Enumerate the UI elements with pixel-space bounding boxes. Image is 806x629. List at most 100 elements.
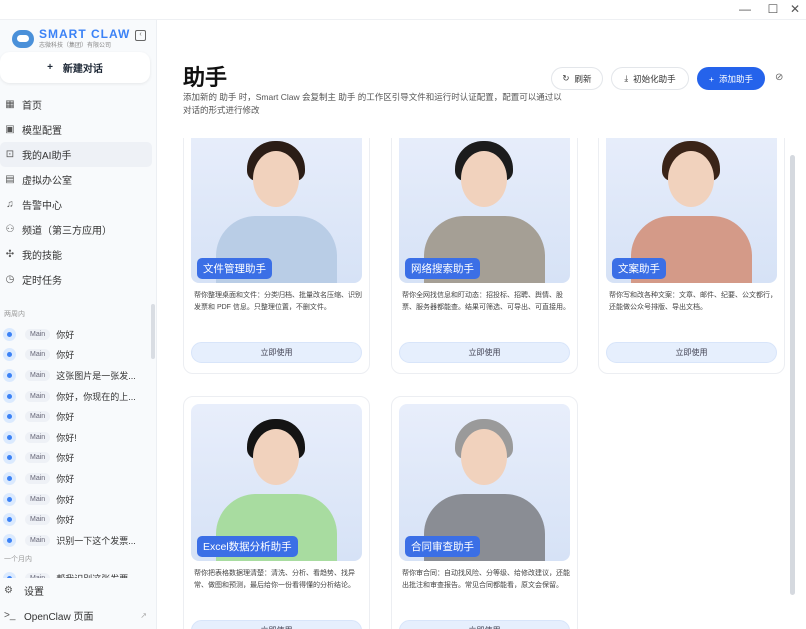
- history-list: 两周内 Main 你好 Main 你好 Main 这张图片是一张发... Main 你好，你现在…: [0, 306, 152, 589]
- sidebar-item-label: 模型配置: [22, 126, 62, 137]
- add-assistant-button[interactable]: + 添加助手: [697, 67, 765, 90]
- sidebar-item-label: 首页: [22, 101, 42, 112]
- sidebar-item[interactable]: ▦ 首页: [0, 92, 152, 117]
- history-title: 识别一下这个发票...: [56, 535, 136, 546]
- sidebar-item[interactable]: ▣ 模型配置: [0, 117, 152, 142]
- assistant-card: 文件管理助手 帮你整理桌面和文件：分类归档、批量改名压缩、识别发票和 PDF 信…: [183, 138, 370, 374]
- assistant-card: 合同审查助手 帮你审合同：自动找风险、分等级、给修改建议，还能出批注和审查报告。…: [391, 396, 578, 629]
- close-button[interactable]: ✕: [785, 2, 805, 16]
- agent-tag: Main: [25, 411, 51, 423]
- agent-tag: Main: [25, 349, 51, 361]
- minimize-button[interactable]: —: [735, 2, 755, 16]
- history-item[interactable]: Main 你好: [0, 509, 152, 530]
- openclaw-page-item[interactable]: >_ OpenClaw 页面 ↗: [0, 603, 156, 628]
- section-label: 两周内: [4, 311, 25, 318]
- assistant-portrait: 网络搜索助手: [399, 138, 570, 283]
- use-now-button[interactable]: 立即使用: [399, 620, 570, 629]
- gear-icon: ⚙: [4, 585, 13, 596]
- download-icon: ⤓: [624, 73, 629, 83]
- use-now-button[interactable]: 立即使用: [191, 620, 362, 629]
- maximize-button[interactable]: ☐: [763, 2, 783, 16]
- logo: SMART CLAW 志微科技（集团）有限公司: [12, 28, 130, 49]
- history-title: 你好!: [56, 432, 77, 443]
- history-title: 这张图片是一张发...: [56, 370, 136, 381]
- section-label: 一个月内: [4, 555, 32, 563]
- agent-tag: Main: [25, 328, 51, 340]
- assistant-description: 帮你整理桌面和文件：分类归档、批量改名压缩、识别发票和 PDF 信息。只整理位置…: [194, 292, 362, 311]
- history-item[interactable]: Main 你好: [0, 324, 152, 345]
- assistant-grid: 文件管理助手 帮你整理桌面和文件：分类归档、批量改名压缩、识别发票和 PDF 信…: [157, 138, 797, 629]
- use-now-button[interactable]: 立即使用: [399, 342, 570, 363]
- bot-avatar-icon: [3, 533, 16, 547]
- refresh-button[interactable]: ↻ 刷新: [551, 67, 603, 90]
- assistant-name: 合同审查助手: [405, 536, 480, 557]
- sidebar-item[interactable]: ♫ 告警中心: [0, 192, 152, 217]
- plus-icon: +: [47, 62, 53, 73]
- assistant-description: 帮你写和改各种文案：文章、邮件、纪要、公文都行，还能做公众号排版、导出文档。: [609, 292, 777, 311]
- history-item[interactable]: Main 你好: [0, 468, 152, 489]
- settings-label: 设置: [24, 587, 44, 598]
- bot-avatar-icon: [3, 451, 16, 465]
- history-item[interactable]: Main 你好!: [0, 427, 152, 448]
- bot-avatar-icon: [3, 389, 16, 403]
- assistant-description: 帮你审合同：自动找风险、分等级、给修改建议，还能出批注和审查报告。常见合同都能看…: [402, 570, 570, 589]
- agent-tag: Main: [25, 493, 51, 505]
- new-chat-button[interactable]: + 新建对话: [0, 52, 150, 83]
- page-description: 添加新的 助手 时，Smart Claw 会复制主 助手 的工作区引导文件和运行…: [183, 92, 562, 115]
- history-title: 你好: [56, 412, 75, 423]
- agent-tag: Main: [25, 514, 51, 526]
- title-bar: — ☐ ✕: [0, 0, 806, 20]
- sidebar-item-label: 定时任务: [22, 276, 62, 287]
- sidebar-item-label: 我的AI助手: [22, 151, 72, 162]
- history-item[interactable]: Main 这张图片是一张发...: [0, 365, 152, 386]
- assistant-portrait: 合同审查助手: [399, 404, 570, 561]
- bot-avatar-icon: [3, 513, 16, 527]
- use-now-button[interactable]: 立即使用: [606, 342, 777, 363]
- assistant-name: 文案助手: [612, 258, 666, 279]
- network-icon: ⚇: [5, 224, 15, 235]
- page-title: 助手: [183, 65, 228, 90]
- assistant-portrait: Excel数据分析助手: [191, 404, 362, 561]
- history-title: 你好: [56, 350, 75, 361]
- history-title: 你好: [56, 494, 75, 505]
- new-chat-label: 新建对话: [62, 64, 103, 75]
- history-title: 你好: [56, 515, 75, 526]
- nav-menu: ▦ 首页 ▣ 模型配置 ⊡ 我的AI助手 ▤ 虚拟办公室 ♫ 告警中心 ⚇ 频道（第三方应用） ✣ 我的技…: [0, 92, 152, 292]
- sidebar-item[interactable]: ⊡ 我的AI助手: [0, 142, 152, 167]
- history-title: 你好: [56, 329, 75, 340]
- sidebar-item[interactable]: ✣ 我的技能: [0, 242, 152, 267]
- plus-icon: +: [709, 73, 714, 84]
- assistant-card: 文案助手 帮你写和改各种文案：文章、邮件、纪要、公文都行，还能做公众号排版、导出…: [598, 138, 785, 374]
- history-item[interactable]: Main 你好: [0, 406, 152, 427]
- history-item[interactable]: Main 你好，你现在的上...: [0, 386, 152, 407]
- sidebar-item[interactable]: ◷ 定时任务: [0, 267, 152, 292]
- assistant-portrait: 文件管理助手: [191, 138, 362, 283]
- settings-item[interactable]: ⚙ 设置: [0, 578, 156, 603]
- logo-company: 志微科技（集团）有限公司: [39, 43, 112, 49]
- assistant-portrait: 文案助手: [606, 138, 777, 283]
- agent-tag: Main: [25, 431, 51, 443]
- sidebar-scrollbar[interactable]: [151, 304, 155, 359]
- bot-avatar-icon: [3, 348, 16, 362]
- history-item[interactable]: Main 你好: [0, 345, 152, 366]
- bot-avatar-icon: [3, 430, 16, 444]
- clock-icon: ◷: [5, 274, 15, 285]
- history-item[interactable]: Main 识别一下这个发票...: [0, 530, 152, 551]
- history-item[interactable]: Main 你好: [0, 489, 152, 510]
- agent-tag: Main: [25, 369, 51, 381]
- external-link-icon: ↗: [140, 611, 147, 620]
- hide-icon[interactable]: ⊘: [775, 72, 783, 83]
- use-now-button[interactable]: 立即使用: [191, 342, 362, 363]
- history-item[interactable]: Main 你好: [0, 448, 152, 469]
- init-assistant-button[interactable]: ⤓ 初始化助手: [611, 67, 689, 90]
- main-scrollbar[interactable]: [790, 155, 795, 595]
- agent-tag: Main: [25, 452, 51, 464]
- building-icon: ▤: [5, 174, 15, 185]
- collapse-sidebar-icon[interactable]: ‹: [135, 30, 146, 41]
- logo-icon: [12, 29, 34, 48]
- init-label: 初始化助手: [633, 73, 676, 84]
- sidebar-item[interactable]: ▤ 虚拟办公室: [0, 167, 152, 192]
- logo-name: SMART CLAW: [39, 27, 131, 41]
- sidebar-item[interactable]: ⚇ 频道（第三方应用）: [0, 217, 152, 242]
- assistant-name: 网络搜索助手: [405, 258, 480, 279]
